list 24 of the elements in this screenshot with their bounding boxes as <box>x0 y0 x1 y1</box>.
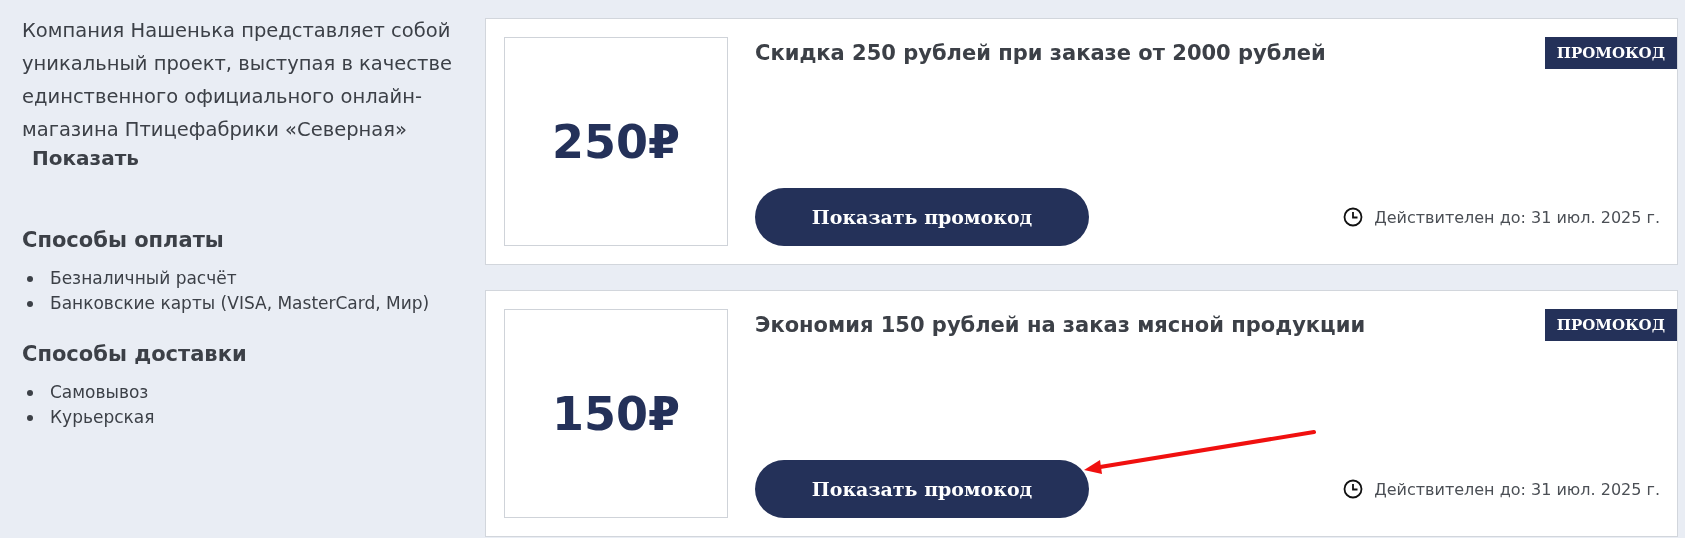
show-promo-button[interactable]: Показать промокод <box>755 188 1089 246</box>
show-promo-button[interactable]: Показать промокод <box>755 460 1089 518</box>
list-item: Безналичный расчёт <box>50 267 238 290</box>
section-heading: Способы оплаты <box>22 228 225 252</box>
promo-title: Экономия 150 рублей на заказ мясной продукции <box>755 313 1366 337</box>
bullet-icon <box>27 390 33 396</box>
discount-amount: 150₽ <box>552 386 680 441</box>
clock-icon <box>1343 479 1364 499</box>
list-item: Банковские карты (VISA, MasterCard, Мир) <box>50 292 430 315</box>
discount-amount: 250₽ <box>552 114 680 169</box>
list-item: Курьерская <box>50 406 156 429</box>
clock-icon <box>1343 207 1364 227</box>
expiry-date: Действителен до: 31 июл. 2025 г. <box>1374 207 1660 227</box>
list-item: Самовывоз <box>50 381 150 404</box>
promo-badge: ПРОМОКОД <box>1544 37 1677 69</box>
show-more-link[interactable]: Показать <box>32 146 139 170</box>
bullet-icon <box>27 415 33 421</box>
expiry-date: Действителен до: 31 июл. 2025 г. <box>1374 479 1660 499</box>
promo-title: Скидка 250 рублей при заказе от 2000 рублей <box>755 41 1326 65</box>
bullet-icon <box>27 301 33 307</box>
section-heading: Способы доставки <box>22 342 248 366</box>
bullet-icon <box>27 276 33 282</box>
description-text: Компания Нашенька представляет собой уникальный проект, выступая в качестве единственного официального онлайн-магазина Птицефабрики «Северная» <box>22 18 453 143</box>
promo-badge: ПРОМОКОД <box>1544 309 1677 341</box>
